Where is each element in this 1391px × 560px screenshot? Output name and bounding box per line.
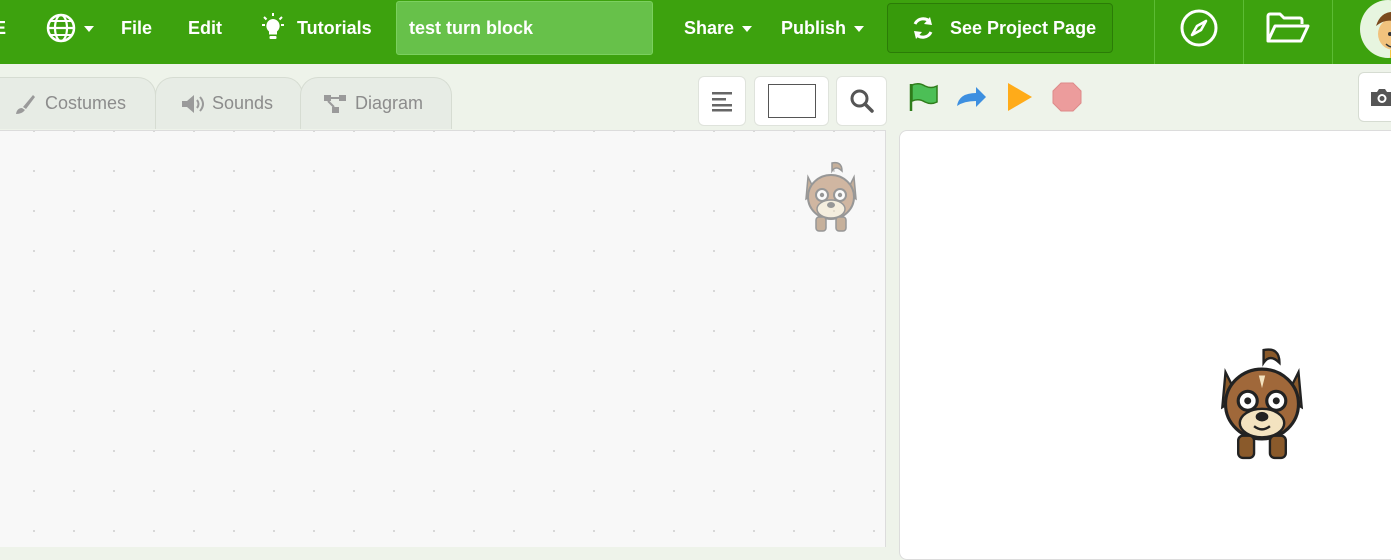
menu-divider [1332,0,1333,64]
camera-icon [1371,89,1391,106]
clean-up-button[interactable] [698,76,746,126]
redo-arrow-icon [957,87,986,107]
search-button[interactable] [836,76,887,126]
tab-sounds[interactable]: Sounds [155,77,303,129]
avatar[interactable] [1360,0,1391,58]
file-label: File [121,17,153,38]
align-left-icon [712,92,732,112]
tab-costumes[interactable]: Costumes [0,77,156,129]
user-avatar-icon [1376,11,1391,58]
sprite-watermark [805,161,857,232]
tab-costumes-label: Costumes [45,93,127,113]
menu-divider [1154,0,1155,64]
search-icon [850,89,874,113]
see-project-label: See Project Page [950,17,1097,38]
my-stuff-button[interactable] [1262,6,1314,50]
diagram-icon [324,94,346,113]
language-menu[interactable] [46,0,94,56]
folder-open-icon [1266,12,1310,43]
logo-text: E [0,17,7,38]
tutorials-button[interactable]: Tutorials [259,0,372,56]
play-icon [1008,83,1032,111]
file-menu[interactable]: File [121,0,152,56]
lightbulb-icon [262,13,284,39]
tab-diagram-label: Diagram [355,93,424,113]
stop-button[interactable] [1050,80,1084,114]
script-area[interactable] [0,130,886,547]
edit-menu[interactable]: Edit [188,0,222,56]
see-project-page-button[interactable]: See Project Page [887,3,1113,53]
play-button[interactable] [1002,80,1036,114]
globe-icon [46,13,76,43]
publish-label: Publish [781,17,847,38]
share-menu[interactable]: Share [684,0,753,56]
menu-bar: E File Edit Tutorials Share Publish [0,0,1391,64]
refresh-icon [913,17,933,39]
menu-divider [1243,0,1244,64]
green-flag-icon [909,82,938,111]
chevron-down-icon [84,26,94,32]
zoom-field[interactable] [754,76,829,126]
edit-label: Edit [188,17,222,38]
publish-menu[interactable]: Publish [781,0,865,56]
stop-icon [1052,82,1082,112]
share-label: Share [684,17,735,38]
tutorials-label: Tutorials [297,17,372,38]
compass-icon [1180,9,1218,47]
green-flag-button[interactable] [906,80,940,114]
dog-sprite[interactable] [1216,343,1308,465]
brush-icon [16,94,35,114]
step-button[interactable] [954,80,988,114]
screenshot-button[interactable] [1358,72,1391,122]
chevron-down-icon [742,26,753,32]
project-title-input[interactable] [396,1,653,55]
logo[interactable]: E [0,0,14,56]
explore-button[interactable] [1173,6,1225,50]
speaker-icon [182,94,204,113]
zoom-box [767,84,816,118]
tab-diagram[interactable]: Diagram [300,77,452,129]
chevron-down-icon [854,26,865,32]
stage[interactable] [899,130,1391,560]
tab-sounds-label: Sounds [212,93,274,113]
